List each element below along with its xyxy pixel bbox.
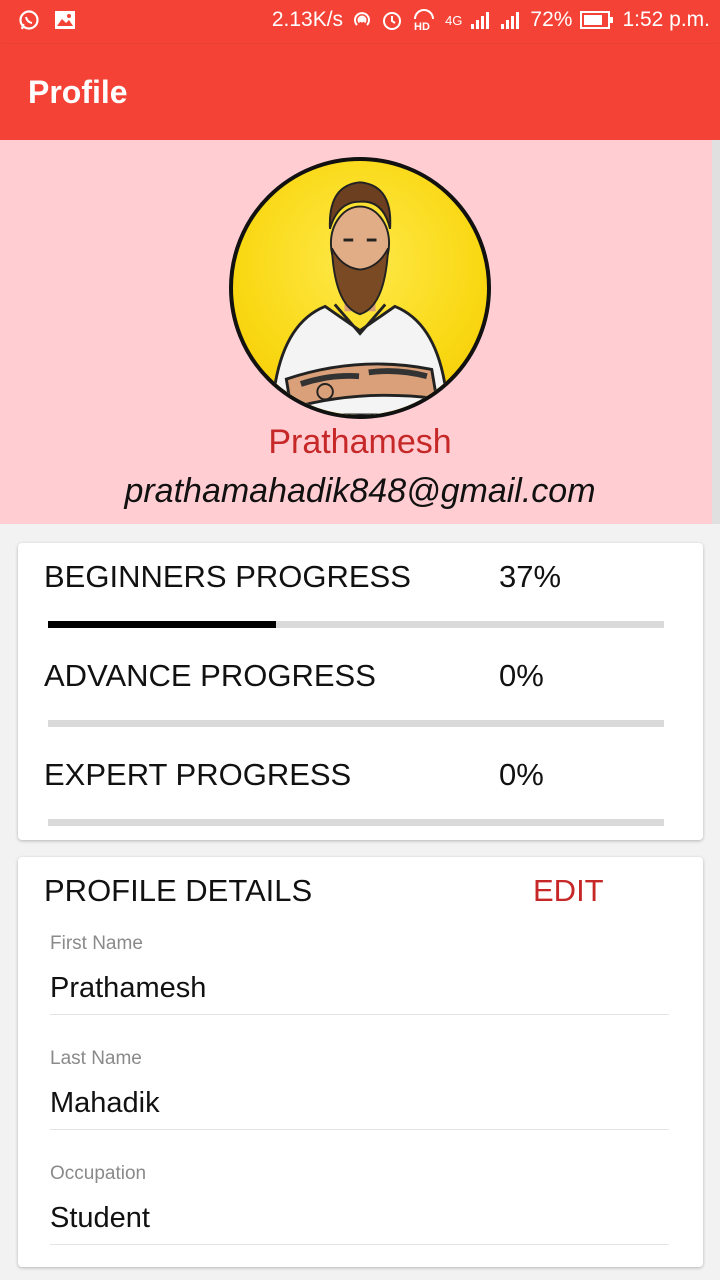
progress-label: ADVANCE PROGRESS xyxy=(44,658,376,693)
signal-icon-2 xyxy=(500,10,522,30)
details-title: PROFILE DETAILS xyxy=(44,873,313,908)
field-divider xyxy=(50,1244,669,1245)
network-type: 4G xyxy=(445,12,463,28)
last-name-field[interactable]: Mahadik xyxy=(50,1087,160,1120)
avatar-illustration xyxy=(270,181,450,415)
last-name-label: Last Name xyxy=(50,1048,142,1069)
signal-icon xyxy=(470,10,492,30)
occupation-field[interactable]: Student xyxy=(50,1202,150,1235)
progress-bar-expert xyxy=(48,819,664,826)
whatsapp-icon xyxy=(18,9,40,31)
app-bar: Profile xyxy=(0,44,720,140)
progress-value: 0% xyxy=(499,658,544,693)
profile-email: prathamahadik848@gmail.com xyxy=(124,472,596,510)
clock: 1:52 p.m. xyxy=(622,8,710,31)
progress-bar-advance xyxy=(48,720,664,727)
avatar[interactable] xyxy=(229,157,491,419)
hd-icon: HD xyxy=(411,9,437,31)
profile-details-card: PROFILE DETAILS EDIT First Name Prathame… xyxy=(18,857,703,1267)
status-bar: 2.13K/s HD 4G 72% 1:52 p.m. xyxy=(0,0,720,44)
progress-card: BEGINNERS PROGRESS 37% ADVANCE PROGRESS … xyxy=(18,543,703,840)
profile-name: Prathamesh xyxy=(268,423,452,461)
first-name-field[interactable]: Prathamesh xyxy=(50,972,206,1005)
edit-button[interactable]: EDIT xyxy=(533,873,604,909)
progress-label: BEGINNERS PROGRESS xyxy=(44,559,411,594)
battery-icon xyxy=(580,10,614,30)
progress-label: EXPERT PROGRESS xyxy=(44,757,352,792)
first-name-label: First Name xyxy=(50,933,143,954)
field-divider xyxy=(50,1129,669,1130)
page-title: Profile xyxy=(28,74,128,110)
svg-text:HD: HD xyxy=(414,21,430,31)
field-divider xyxy=(50,1014,669,1015)
profile-header: Prathamesh prathamahadik848@gmail.com xyxy=(0,140,712,524)
alarm-icon xyxy=(381,9,403,31)
occupation-label: Occupation xyxy=(50,1163,147,1184)
battery-percent: 72% xyxy=(530,8,573,31)
hotspot-icon xyxy=(351,9,373,31)
gallery-icon xyxy=(54,10,76,30)
progress-bar-beginners xyxy=(48,621,664,628)
progress-value: 37% xyxy=(499,559,562,594)
progress-fill xyxy=(48,621,276,628)
net-speed: 2.13K/s xyxy=(271,8,344,31)
scrollbar[interactable] xyxy=(712,140,720,524)
progress-value: 0% xyxy=(499,757,544,792)
